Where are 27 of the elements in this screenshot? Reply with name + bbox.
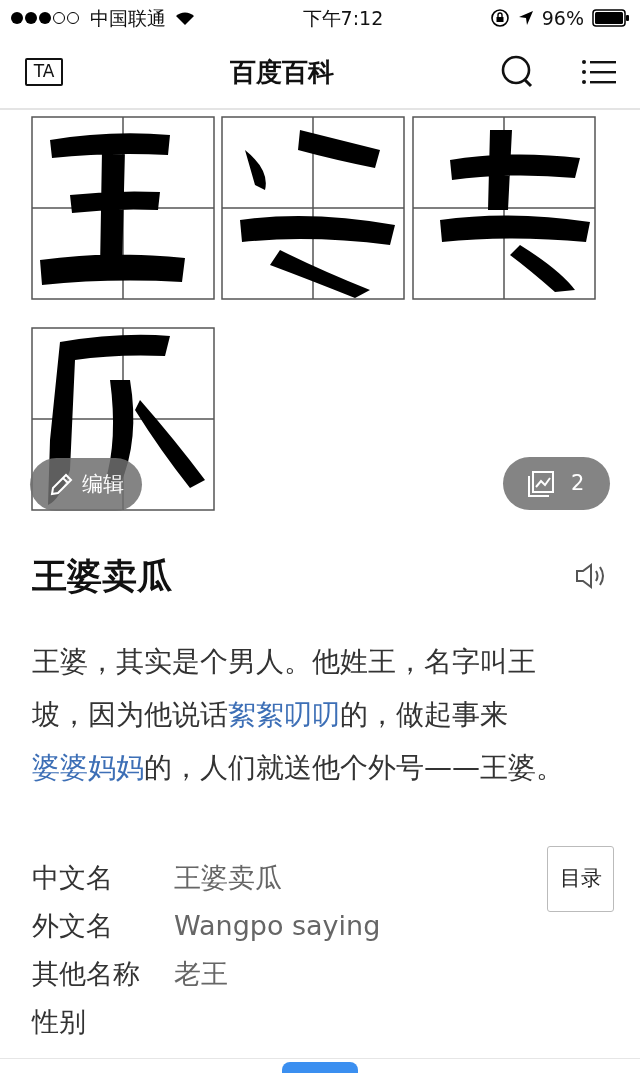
search-icon[interactable] <box>500 55 534 89</box>
wifi-icon <box>174 10 196 26</box>
gallery-icon <box>527 469 555 498</box>
info-value: 王婆卖瓜 <box>174 860 282 895</box>
app-badge[interactable]: TA <box>25 58 63 86</box>
battery-percent: 96% <box>541 5 584 31</box>
edit-button[interactable]: 编辑 <box>30 458 142 511</box>
location-arrow-icon <box>517 10 534 26</box>
info-label: 中文名 <box>32 860 114 895</box>
carrier-name: 中国联通 <box>90 5 166 31</box>
pencil-icon <box>48 471 74 498</box>
rotation-lock-icon <box>489 8 510 28</box>
info-label: 外文名 <box>32 908 114 943</box>
text-link[interactable]: 絮絮叨叨 <box>228 698 340 731</box>
info-value: 老王 <box>174 956 228 991</box>
info-label: 其他名称 <box>32 956 141 991</box>
status-time: 下午7:12 <box>302 5 384 31</box>
summary-text: 王婆，其实是个男人。他姓王，名字叫王坡，因为他说话絮絮叨叨的，做起事来 婆婆妈妈的，人们就送他个外号——王婆。 <box>32 644 565 786</box>
menu-icon[interactable] <box>582 59 616 85</box>
entry-title: 王婆卖瓜 <box>32 555 172 597</box>
text-link[interactable]: 婆婆妈妈 <box>32 751 144 784</box>
contents-button[interactable]: 目录 <box>547 846 614 912</box>
info-label: 性别 <box>32 1004 87 1039</box>
info-value: Wangpo saying <box>174 908 381 943</box>
signal-icon <box>10 11 82 25</box>
battery-icon <box>592 9 630 27</box>
page-title: 百度百科 <box>230 55 334 89</box>
